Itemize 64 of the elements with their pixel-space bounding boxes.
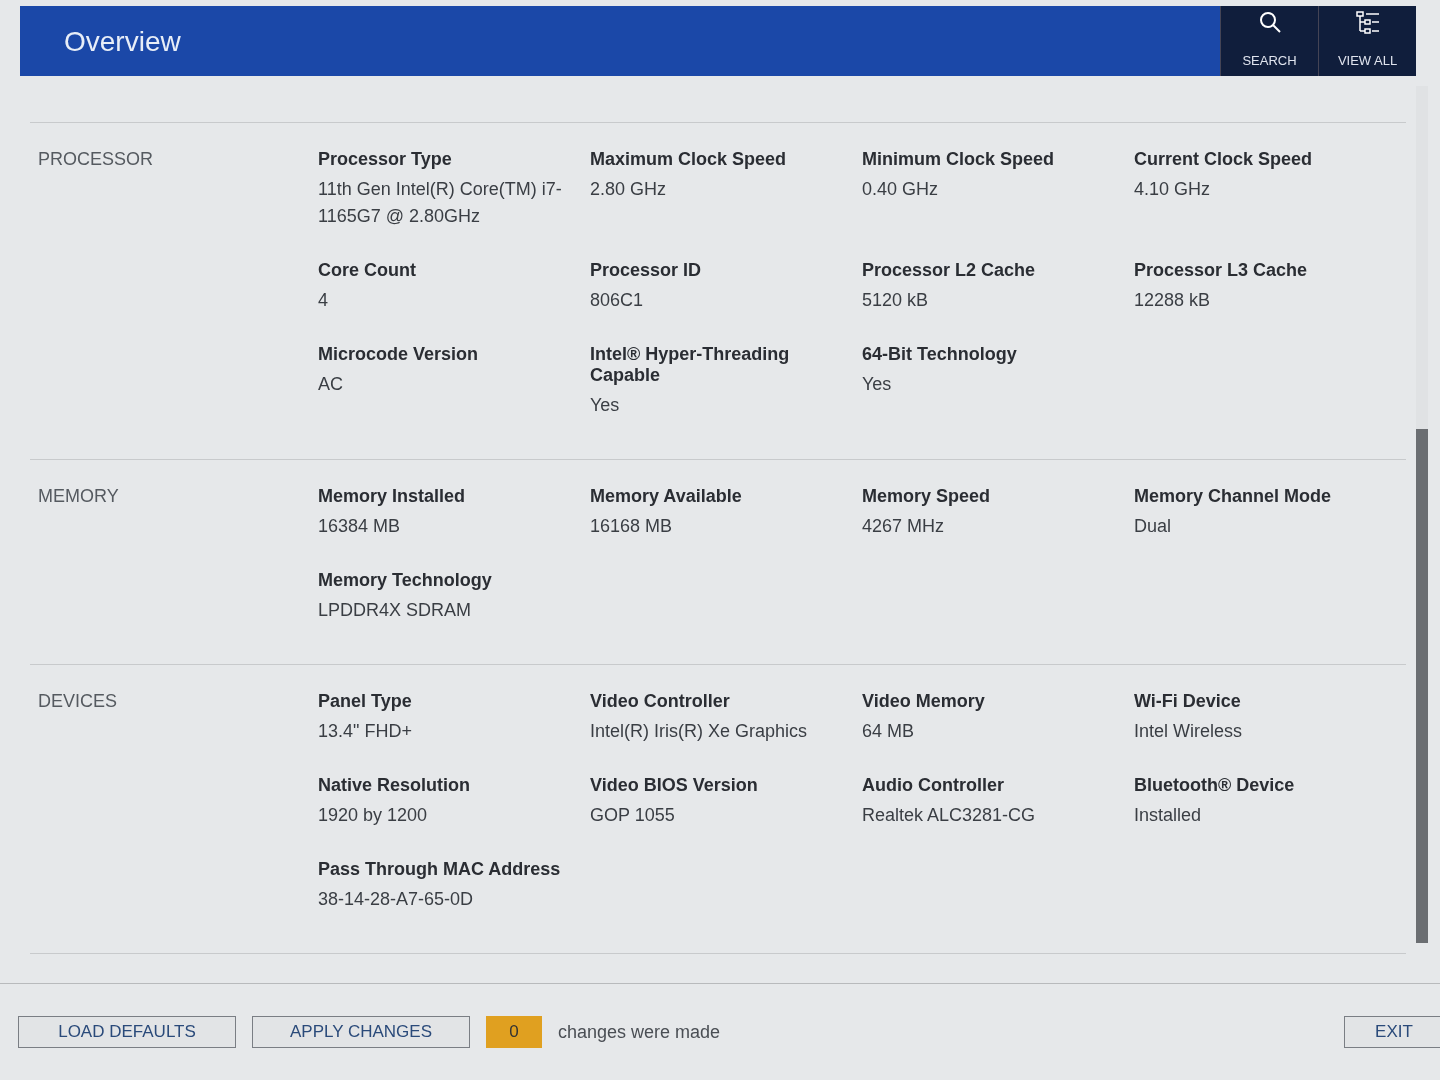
changes-text: changes were made <box>558 1021 721 1043</box>
field-label: Processor ID <box>590 260 703 281</box>
tree-list-icon <box>1354 10 1381 36</box>
field-value: Dual <box>1134 515 1173 538</box>
search-icon <box>1257 10 1282 34</box>
field-value: 4.10 GHz <box>1134 178 1212 201</box>
field-label: Panel Type <box>318 691 413 712</box>
field-value: 806C1 <box>590 289 645 312</box>
exit-button[interactable]: EXIT <box>1344 1016 1440 1048</box>
field-label: Memory Available <box>590 486 743 507</box>
field-label: Intel® Hyper-Threading Capable <box>590 344 791 386</box>
field-label: Minimum Clock Speed <box>862 149 1056 170</box>
field-label: Video Controller <box>590 691 731 712</box>
field-value: 16384 MB <box>318 515 402 538</box>
field-label: Wi-Fi Device <box>1134 691 1242 712</box>
changes-count-badge: 0 <box>486 1016 542 1048</box>
field-value: 5120 kB <box>862 289 930 312</box>
field-value: 12288 kB <box>1134 289 1212 312</box>
field-label: Audio Controller <box>862 775 1005 796</box>
field-value: AC <box>318 373 344 396</box>
field-value: 4 <box>318 289 329 312</box>
field-value: 64 MB <box>862 720 916 743</box>
section-title: MEMORY <box>37 486 120 508</box>
field-label: Memory Channel Mode <box>1134 486 1333 507</box>
section-title: DEVICES <box>37 691 119 713</box>
field-value: GOP 1055 <box>590 804 676 827</box>
field-label: Current Clock Speed <box>1134 149 1314 170</box>
field-value: 2.80 GHz <box>590 178 668 201</box>
field-label: Microcode Version <box>318 344 480 365</box>
page-title: Overview <box>63 25 182 59</box>
field-value: 0.40 GHz <box>862 178 940 201</box>
field-label: Pass Through MAC Address <box>318 859 562 880</box>
section-title: PROCESSOR <box>37 149 155 171</box>
field-value: 1920 by 1200 <box>318 804 429 827</box>
field-value: 13.4" FHD+ <box>318 720 413 743</box>
field-label: Native Resolution <box>318 775 472 796</box>
field-label: Memory Technology <box>318 570 493 591</box>
field-value: 4267 MHz <box>862 515 946 538</box>
field-label: Video BIOS Version <box>590 775 759 796</box>
field-label: Processor Type <box>318 149 453 170</box>
field-label: Processor L3 Cache <box>1134 260 1309 281</box>
field-label: Maximum Clock Speed <box>590 149 788 170</box>
field-label: 64-Bit Technology <box>862 344 1018 365</box>
field-value: 16168 MB <box>590 515 674 538</box>
load-defaults-button[interactable]: LOAD DEFAULTS <box>18 1016 236 1048</box>
field-value: LPDDR4X SDRAM <box>318 599 473 622</box>
field-value: 38-14-28-A7-65-0D <box>318 888 475 911</box>
scrollbar[interactable] <box>1416 86 1428 943</box>
field-value: Yes <box>862 373 893 396</box>
field-label: Core Count <box>318 260 417 281</box>
field-label: Memory Installed <box>318 486 467 507</box>
field-value: Intel(R) Iris(R) Xe Graphics <box>590 720 809 743</box>
field-value: Realtek ALC3281-CG <box>862 804 1037 827</box>
field-value: Yes <box>590 394 621 417</box>
field-value: Installed <box>1134 804 1203 827</box>
field-label: Memory Speed <box>862 486 992 507</box>
field-value: Intel Wireless <box>1134 720 1244 743</box>
apply-changes-button[interactable]: APPLY CHANGES <box>252 1016 470 1048</box>
field-value: 11th Gen Intel(R) Core(TM) i7-1165G7 @ 2.80GHz <box>318 178 563 228</box>
view-all-button[interactable]: VIEW ALL <box>1318 6 1416 76</box>
field-label: Processor L2 Cache <box>862 260 1037 281</box>
search-button[interactable]: SEARCH <box>1220 6 1318 76</box>
field-label: Video Memory <box>862 691 986 712</box>
field-label: Bluetooth® Device <box>1134 775 1296 796</box>
